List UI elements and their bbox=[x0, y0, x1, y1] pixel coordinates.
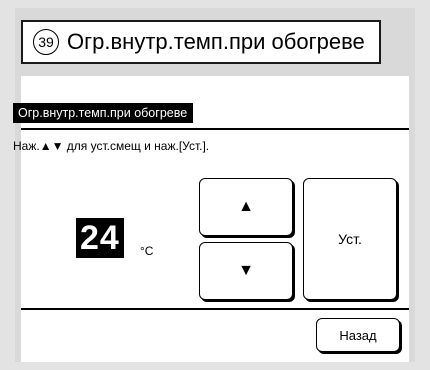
header-divider bbox=[21, 128, 409, 130]
page-title: 39 Огр.внутр.темп.при обогреве bbox=[21, 20, 381, 64]
temperature-unit: °C bbox=[140, 244, 154, 258]
set-button[interactable]: Уст. bbox=[303, 178, 397, 300]
step-number-badge: 39 bbox=[33, 29, 59, 55]
back-button-label: Назад bbox=[339, 327, 377, 343]
temperature-value: 24 bbox=[76, 218, 124, 258]
increase-button[interactable]: ▲ bbox=[199, 178, 293, 236]
footer-divider bbox=[21, 308, 409, 310]
up-arrow-icon: ▲ bbox=[238, 198, 254, 215]
set-button-label: Уст. bbox=[338, 231, 362, 247]
screen-header: Огр.внутр.темп.при обогреве bbox=[13, 103, 194, 123]
decrease-button[interactable]: ▼ bbox=[199, 242, 293, 300]
down-arrow-icon: ▼ bbox=[238, 262, 254, 279]
page-title-text: Огр.внутр.темп.при обогреве bbox=[67, 29, 365, 54]
back-button[interactable]: Назад bbox=[316, 318, 400, 352]
instruction-text: Наж.▲▼ для уст.смещ и наж.[Уст.]. bbox=[13, 139, 210, 153]
